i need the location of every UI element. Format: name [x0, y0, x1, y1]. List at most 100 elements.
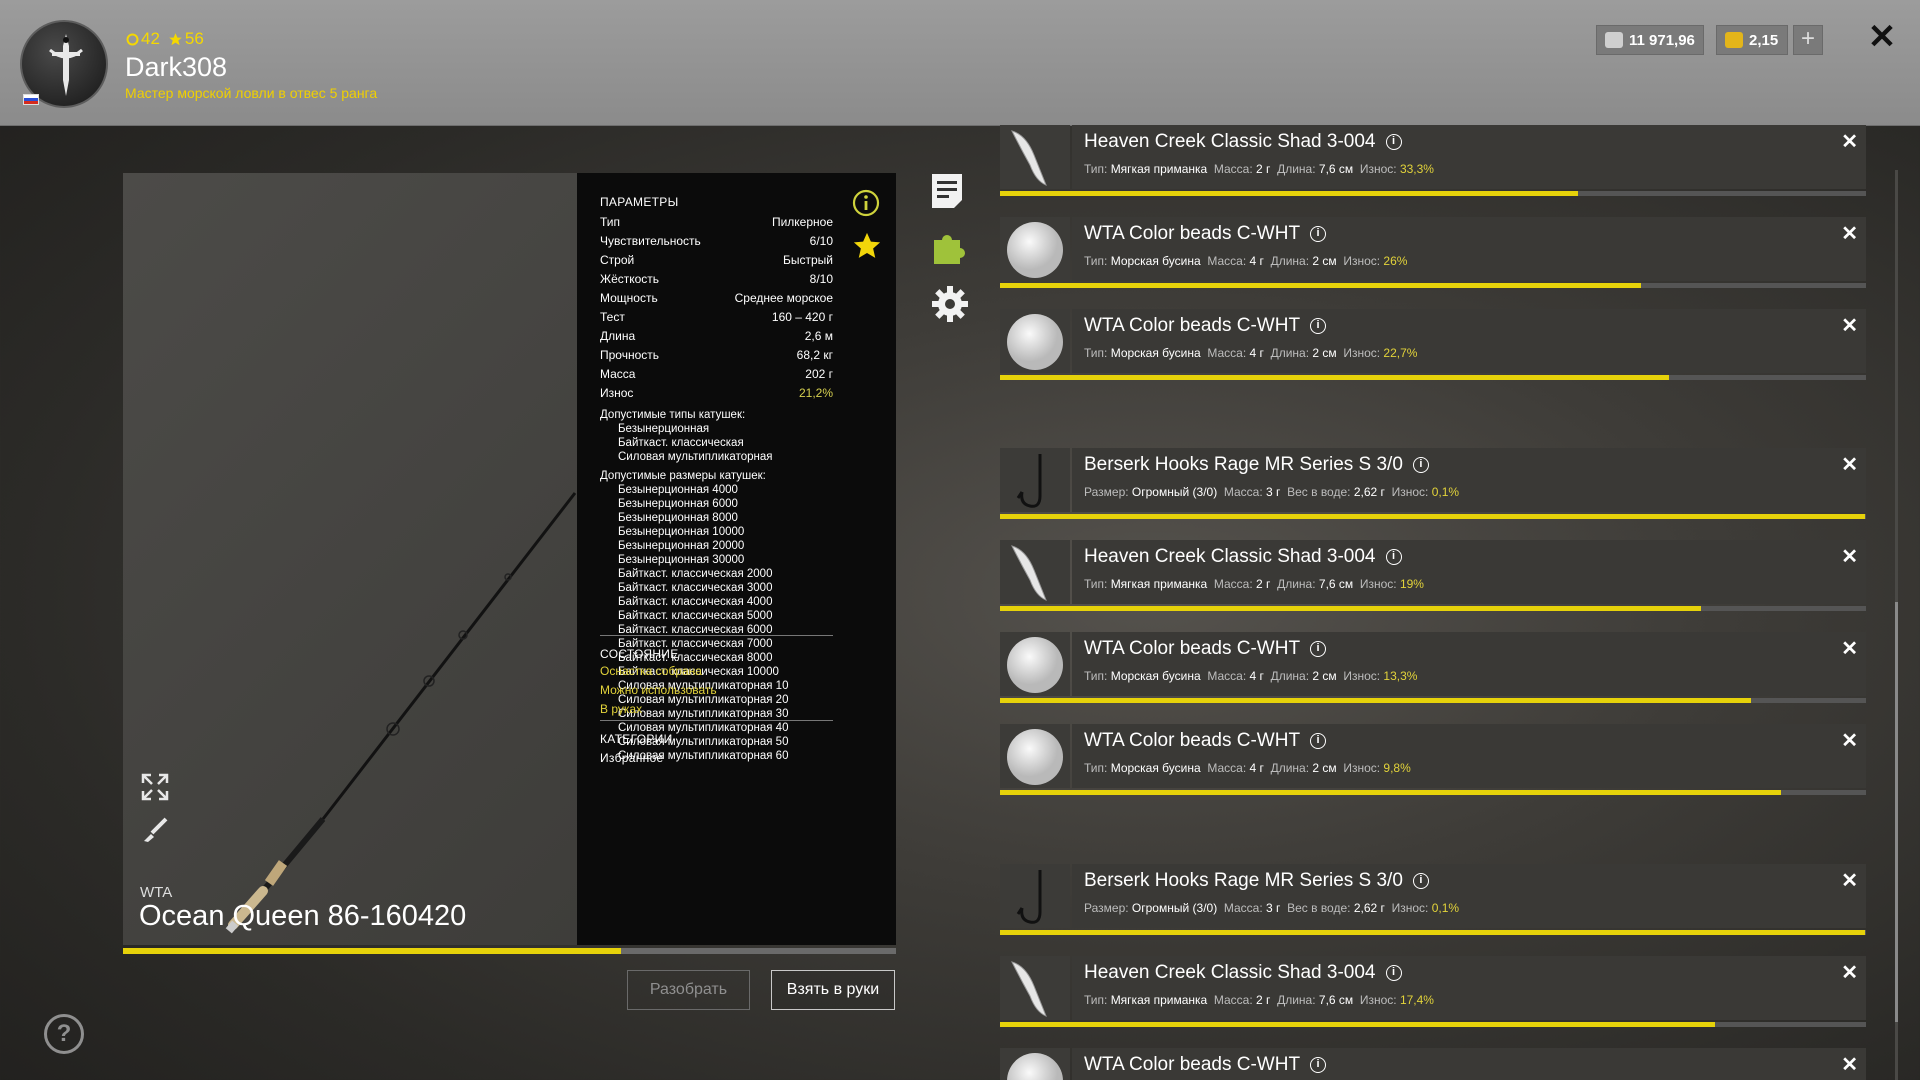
- tackle-item[interactable]: Berserk Hooks Rage MR Series S 3/0 i Разме…: [1000, 864, 1866, 935]
- remove-item-icon[interactable]: ✕: [1841, 452, 1858, 477]
- puzzle-icon[interactable]: [930, 228, 970, 273]
- disassemble-button[interactable]: Разобрать: [627, 970, 750, 1010]
- item-thumbnail: [1000, 1048, 1070, 1080]
- tackle-item[interactable]: WTA Color beads C-WHT i Тип: Морская бусин…: [1000, 632, 1866, 703]
- stat-label: Тип:: [1084, 993, 1108, 1007]
- param-label: Тип: [600, 215, 621, 229]
- stat-label: Тип:: [1084, 761, 1108, 775]
- info-icon[interactable]: i: [1412, 873, 1429, 889]
- info-icon[interactable]: i: [1310, 733, 1327, 749]
- list-item: Безынерционная 10000: [618, 526, 745, 538]
- remove-item-icon[interactable]: ✕: [1841, 129, 1858, 154]
- stat-value: 4 г: [1249, 346, 1264, 360]
- rod-preview[interactable]: [123, 173, 577, 945]
- item-thumbnail: [1000, 632, 1070, 696]
- info-icon[interactable]: i: [1385, 549, 1402, 565]
- tackle-item[interactable]: Heaven Creek Classic Shad 3-004 i Тип: Мяг…: [1000, 125, 1866, 196]
- item-panel: Heaven Creek Classic Shad 3-004 i Тип: Мяг…: [1072, 125, 1866, 189]
- tackle-item[interactable]: Berserk Hooks Rage MR Series S 3/0 i Разме…: [1000, 448, 1866, 519]
- help-icon[interactable]: ?: [44, 1014, 84, 1054]
- stat-value: 7,6 см: [1318, 577, 1354, 591]
- scrollbar[interactable]: [1895, 170, 1898, 1080]
- gear-icon[interactable]: [930, 284, 970, 329]
- remove-item-icon[interactable]: ✕: [1841, 544, 1858, 569]
- tackle-item[interactable]: Heaven Creek Classic Shad 3-004 i Тип: Мяг…: [1000, 956, 1866, 1027]
- silver-balance: 11 971,96: [1596, 25, 1704, 55]
- item-stats: Тип: Мягкая приманка Масса: 2 г Длина: 7…: [1084, 993, 1434, 1007]
- item-name-row: Heaven Creek Classic Shad 3-004 i: [1084, 131, 1402, 153]
- param-value: Пилкерное: [771, 215, 833, 229]
- flag-ru-icon: [23, 94, 39, 105]
- state-item: В руках: [600, 702, 643, 716]
- brush-icon[interactable]: [140, 815, 170, 850]
- tackle-item[interactable]: WTA Color beads C-WHT i Тип: Морская бусин…: [1000, 309, 1866, 380]
- stat-label: Длина:: [1270, 254, 1310, 268]
- wear-value: 26%: [1383, 254, 1408, 268]
- notes-icon[interactable]: [930, 172, 964, 215]
- info-icon[interactable]: i: [1310, 641, 1327, 657]
- item-name: WTA Color beads C-WHT: [1084, 638, 1301, 659]
- list-item: Безынерционная 20000: [618, 540, 745, 552]
- soft-lure-icon: [1011, 961, 1047, 1017]
- remove-item-icon[interactable]: ✕: [1841, 960, 1858, 985]
- stat-value: 2 г: [1256, 993, 1271, 1007]
- item-name-row: Heaven Creek Classic Shad 3-004 i: [1084, 962, 1402, 984]
- remove-item-icon[interactable]: ✕: [1841, 313, 1858, 338]
- close-icon[interactable]: ✕: [1866, 20, 1898, 54]
- remove-item-icon[interactable]: ✕: [1841, 868, 1858, 893]
- tackle-item[interactable]: Heaven Creek Classic Shad 3-004 i Тип: Мяг…: [1000, 540, 1866, 611]
- item-name: WTA Color beads C-WHT: [1084, 223, 1301, 244]
- remove-item-icon[interactable]: ✕: [1841, 221, 1858, 246]
- remove-item-icon[interactable]: ✕: [1841, 636, 1858, 661]
- param-value: 21,2%: [798, 386, 833, 400]
- stat-value: 2 см: [1312, 669, 1337, 683]
- item-stats: Размер: Огромный (3/0) Масса: 3 г Вес в …: [1084, 485, 1459, 499]
- stat-label: Износ:: [1343, 346, 1381, 360]
- list-item: Байткаст. классическая 3000: [618, 582, 773, 594]
- stat-label: Вес в воде:: [1287, 485, 1351, 499]
- remove-item-icon[interactable]: ✕: [1841, 728, 1858, 753]
- stat-value: 3 г: [1266, 901, 1281, 915]
- param-value: Среднее морское: [734, 291, 833, 305]
- stat-value: 4 г: [1249, 254, 1264, 268]
- stat-label: Масса:: [1207, 254, 1247, 268]
- item-wear-bar: [1000, 514, 1866, 519]
- player-nickname: Dark308: [125, 52, 228, 82]
- info-icon[interactable]: i: [1310, 226, 1327, 242]
- stat-label: Тип:: [1084, 254, 1108, 268]
- stat-value: 4 г: [1249, 761, 1264, 775]
- item-thumbnail: [1000, 309, 1070, 373]
- tackle-item[interactable]: WTA Color beads C-WHT i ✕: [1000, 1048, 1866, 1080]
- info-icon[interactable]: i: [1412, 457, 1429, 473]
- expand-icon[interactable]: [140, 772, 170, 807]
- stat-label: Масса:: [1223, 901, 1263, 915]
- params-title: ПАРАМЕТРЫ: [600, 195, 679, 209]
- list-item: Безынерционная 4000: [618, 484, 738, 496]
- info-icon[interactable]: i: [1310, 318, 1327, 334]
- item-stats: Тип: Морская бусина Масса: 4 г Длина: 2 …: [1084, 346, 1417, 360]
- stat-label: Масса:: [1207, 346, 1247, 360]
- info-icon[interactable]: i: [1385, 134, 1402, 150]
- tackle-item[interactable]: WTA Color beads C-WHT i Тип: Морская бусин…: [1000, 724, 1866, 795]
- item-wear-bar: [1000, 790, 1866, 795]
- info-icon[interactable]: i: [1385, 965, 1402, 981]
- param-value: Быстрый: [783, 253, 833, 267]
- item-name-row: Berserk Hooks Rage MR Series S 3/0 i: [1084, 454, 1429, 476]
- info-icon[interactable]: [852, 189, 880, 222]
- item-name-row: Heaven Creek Classic Shad 3-004 i: [1084, 546, 1402, 568]
- remove-item-icon[interactable]: ✕: [1841, 1052, 1858, 1077]
- silver-value: 11 971,96: [1629, 31, 1695, 49]
- info-icon[interactable]: i: [1310, 1057, 1327, 1073]
- wear-value: 0,1%: [1431, 901, 1460, 915]
- list-item: Безынерционная 6000: [618, 498, 738, 510]
- take-in-hands-button[interactable]: Взять в руки: [771, 970, 895, 1010]
- favorite-star-icon[interactable]: [852, 231, 882, 266]
- item-thumbnail: [1000, 864, 1070, 928]
- list-item: Безынерционная 30000: [618, 554, 745, 566]
- item-thumbnail: [1000, 217, 1070, 281]
- tackle-item[interactable]: WTA Color beads C-WHT i Тип: Морская бусин…: [1000, 217, 1866, 288]
- player-rank: Мастер морской ловли в отвес 5 ранга: [125, 85, 378, 101]
- add-currency-button[interactable]: +: [1793, 25, 1823, 55]
- param-value: 2,6 м: [804, 329, 833, 343]
- stat-label: Размер:: [1084, 901, 1129, 915]
